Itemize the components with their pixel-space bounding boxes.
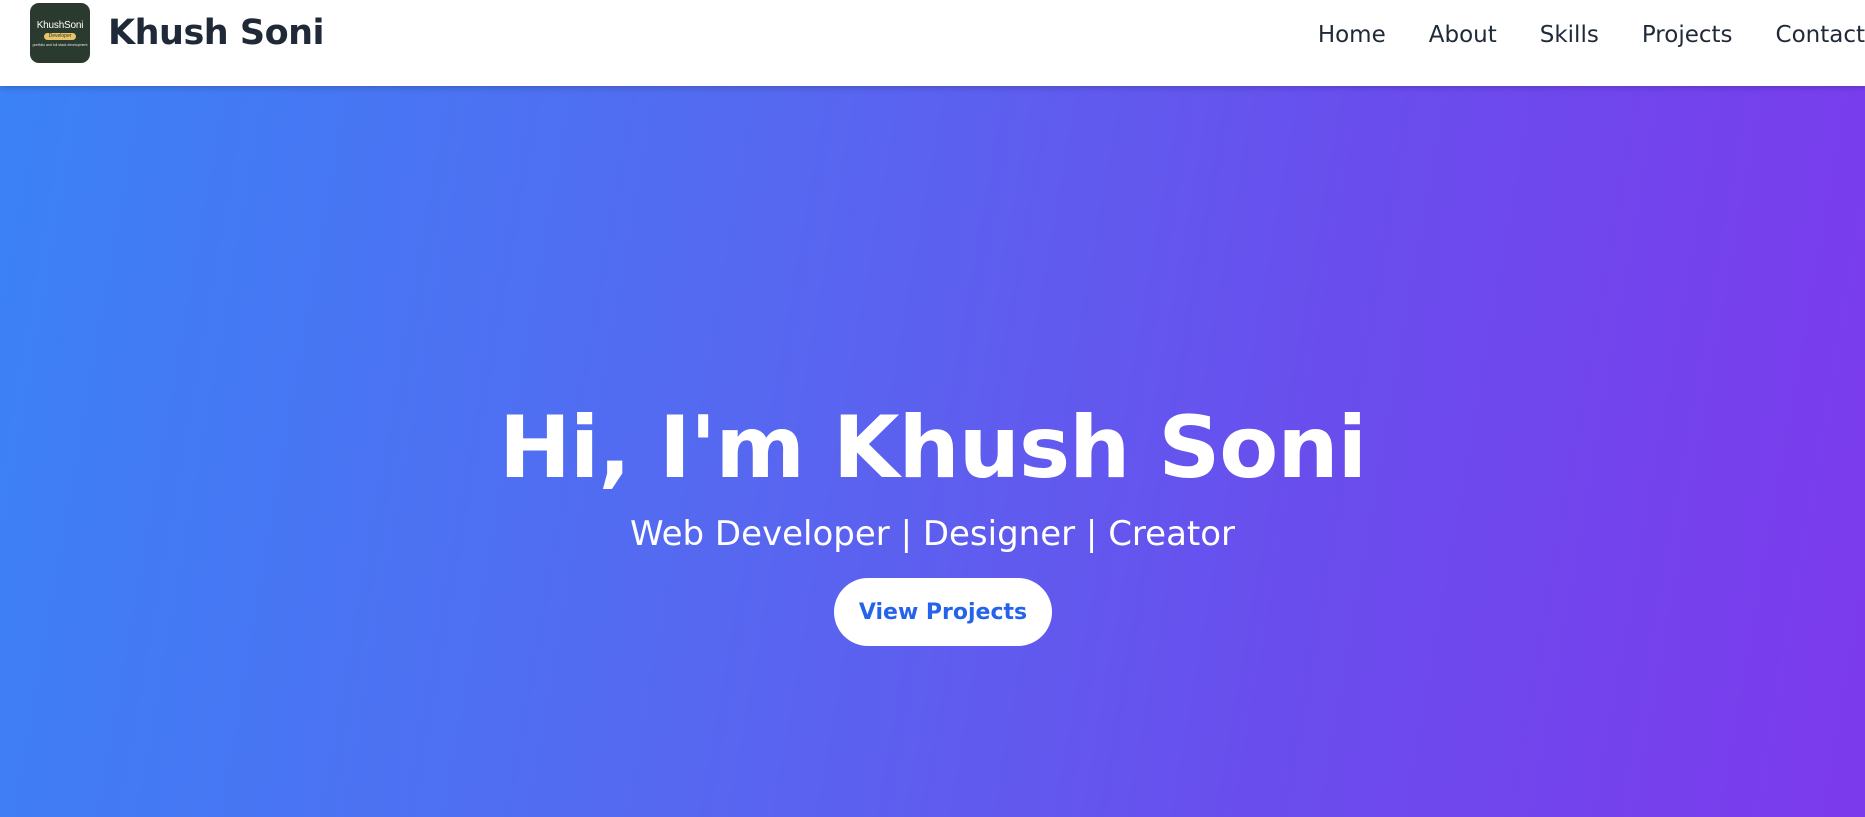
hero-section: Hi, I'm Khush Soni Web Developer | Desig… bbox=[0, 86, 1865, 817]
logo-badge: Developer bbox=[43, 33, 77, 40]
brand-name[interactable]: Khush Soni bbox=[108, 13, 325, 53]
logo[interactable]: KhushSoni Developer portfolio and full s… bbox=[30, 3, 90, 63]
logo-name: KhushSoni bbox=[36, 20, 84, 31]
view-projects-button[interactable]: View Projects bbox=[834, 578, 1052, 646]
hero-title: Hi, I'm Khush Soni bbox=[498, 398, 1367, 498]
nav-link-contact[interactable]: Contact bbox=[1776, 22, 1865, 48]
brand[interactable]: KhushSoni Developer portfolio and full s… bbox=[30, 3, 325, 63]
hero-subtitle: Web Developer | Designer | Creator bbox=[629, 514, 1236, 554]
nav-link-projects[interactable]: Projects bbox=[1642, 22, 1733, 48]
nav-menu: Home About Skills Projects Contact bbox=[1275, 0, 1865, 70]
logo-tagline: portfolio and full stack development bbox=[32, 43, 88, 47]
nav-link-home[interactable]: Home bbox=[1318, 22, 1386, 48]
nav-link-about[interactable]: About bbox=[1429, 22, 1497, 48]
navbar: KhushSoni Developer portfolio and full s… bbox=[0, 0, 1865, 86]
nav-link-skills[interactable]: Skills bbox=[1540, 22, 1599, 48]
